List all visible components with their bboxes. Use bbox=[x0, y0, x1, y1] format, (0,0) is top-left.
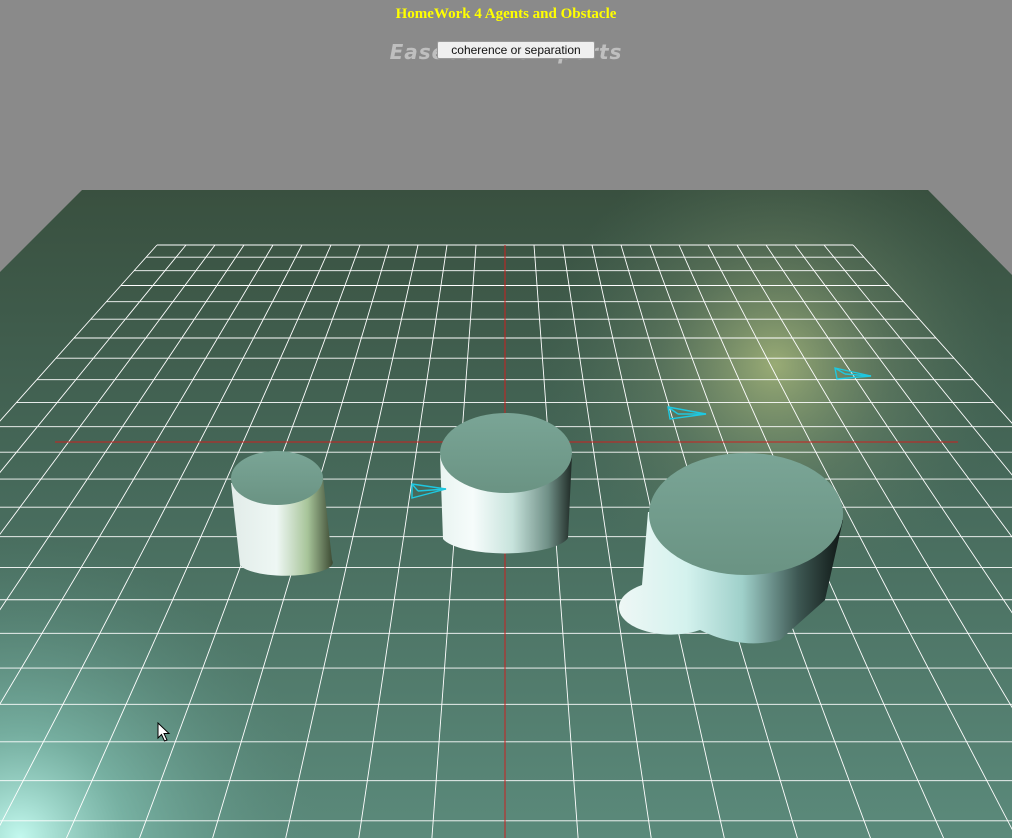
page-title: HomeWork 4 Agents and Obstacle bbox=[395, 6, 617, 22]
mouse-pointer-icon bbox=[157, 722, 171, 742]
coherence-separation-toggle-button[interactable]: coherence or separation bbox=[437, 41, 595, 59]
obstacle-left-cylinder bbox=[231, 451, 333, 576]
3d-scene-canvas[interactable] bbox=[0, 0, 1012, 838]
obstacle-center-cylinder bbox=[440, 413, 572, 554]
